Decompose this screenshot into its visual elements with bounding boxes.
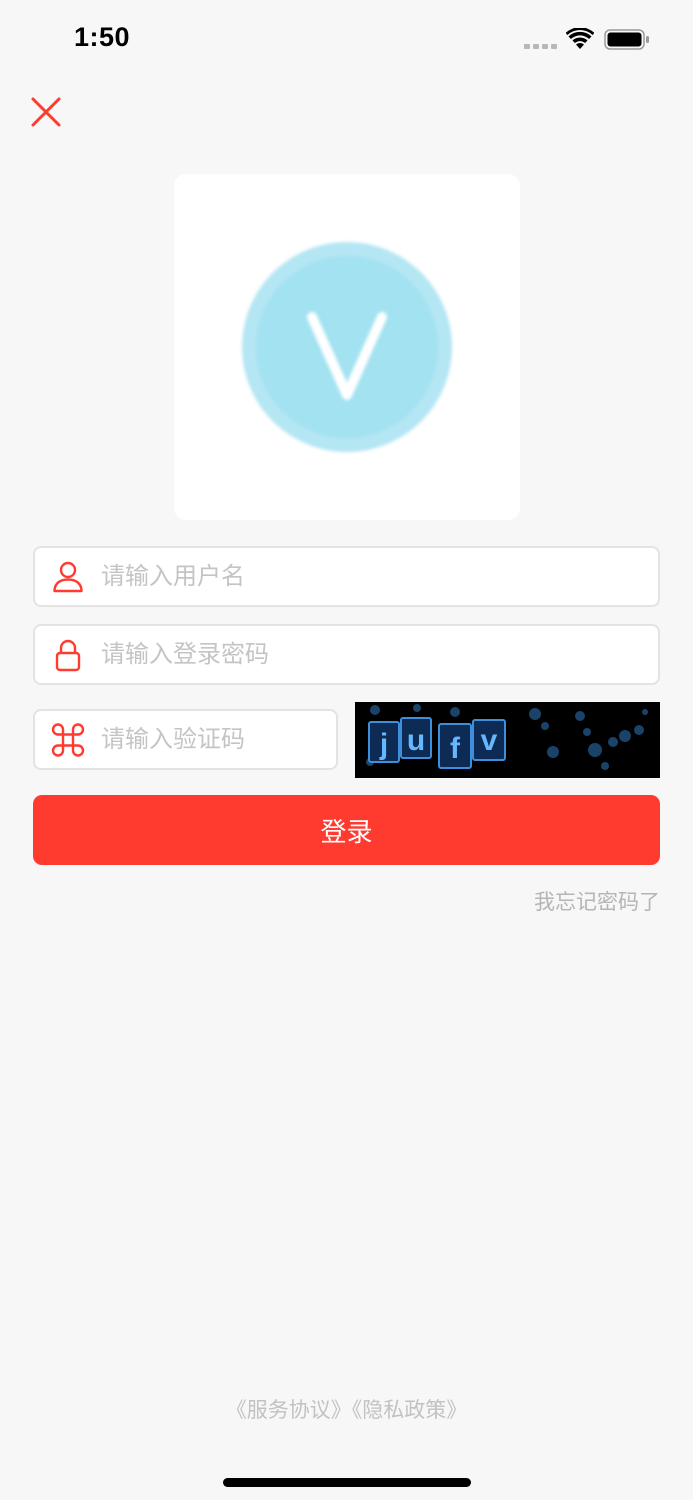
battery-icon (604, 29, 649, 50)
home-indicator (223, 1478, 471, 1487)
footer-links: 《服务协议》《隐私政策》 (0, 1394, 693, 1424)
wifi-icon (566, 28, 594, 49)
username-field[interactable] (33, 546, 660, 607)
captcha-text-char: f (450, 732, 461, 765)
login-button[interactable]: 登录 (33, 795, 660, 865)
privacy-policy-link[interactable]: 《隐私政策》 (352, 1398, 468, 1422)
password-input[interactable] (101, 632, 648, 676)
logo-letter-v (307, 312, 387, 400)
logo-circle (242, 242, 452, 452)
user-icon (53, 561, 83, 593)
captcha-field[interactable] (33, 709, 338, 770)
captcha-input[interactable] (101, 717, 326, 761)
command-icon (51, 723, 85, 757)
status-time: 1:50 (74, 22, 131, 52)
app-logo (174, 174, 520, 520)
captcha-text-char: j (379, 728, 388, 761)
captcha-text-char: u (407, 724, 425, 757)
status-bar: 1:50 (0, 0, 693, 80)
password-field[interactable] (33, 624, 660, 685)
cellular-signal-icon (524, 44, 557, 49)
lock-icon (55, 639, 81, 672)
captcha-text-char: v (481, 724, 498, 757)
captcha-image[interactable]: j u f v (355, 702, 660, 778)
service-agreement-link[interactable]: 《服务协议》 (226, 1398, 352, 1422)
forgot-password-link[interactable]: 我忘记密码了 (534, 886, 660, 916)
username-input[interactable] (101, 554, 648, 598)
close-icon[interactable] (26, 92, 66, 132)
